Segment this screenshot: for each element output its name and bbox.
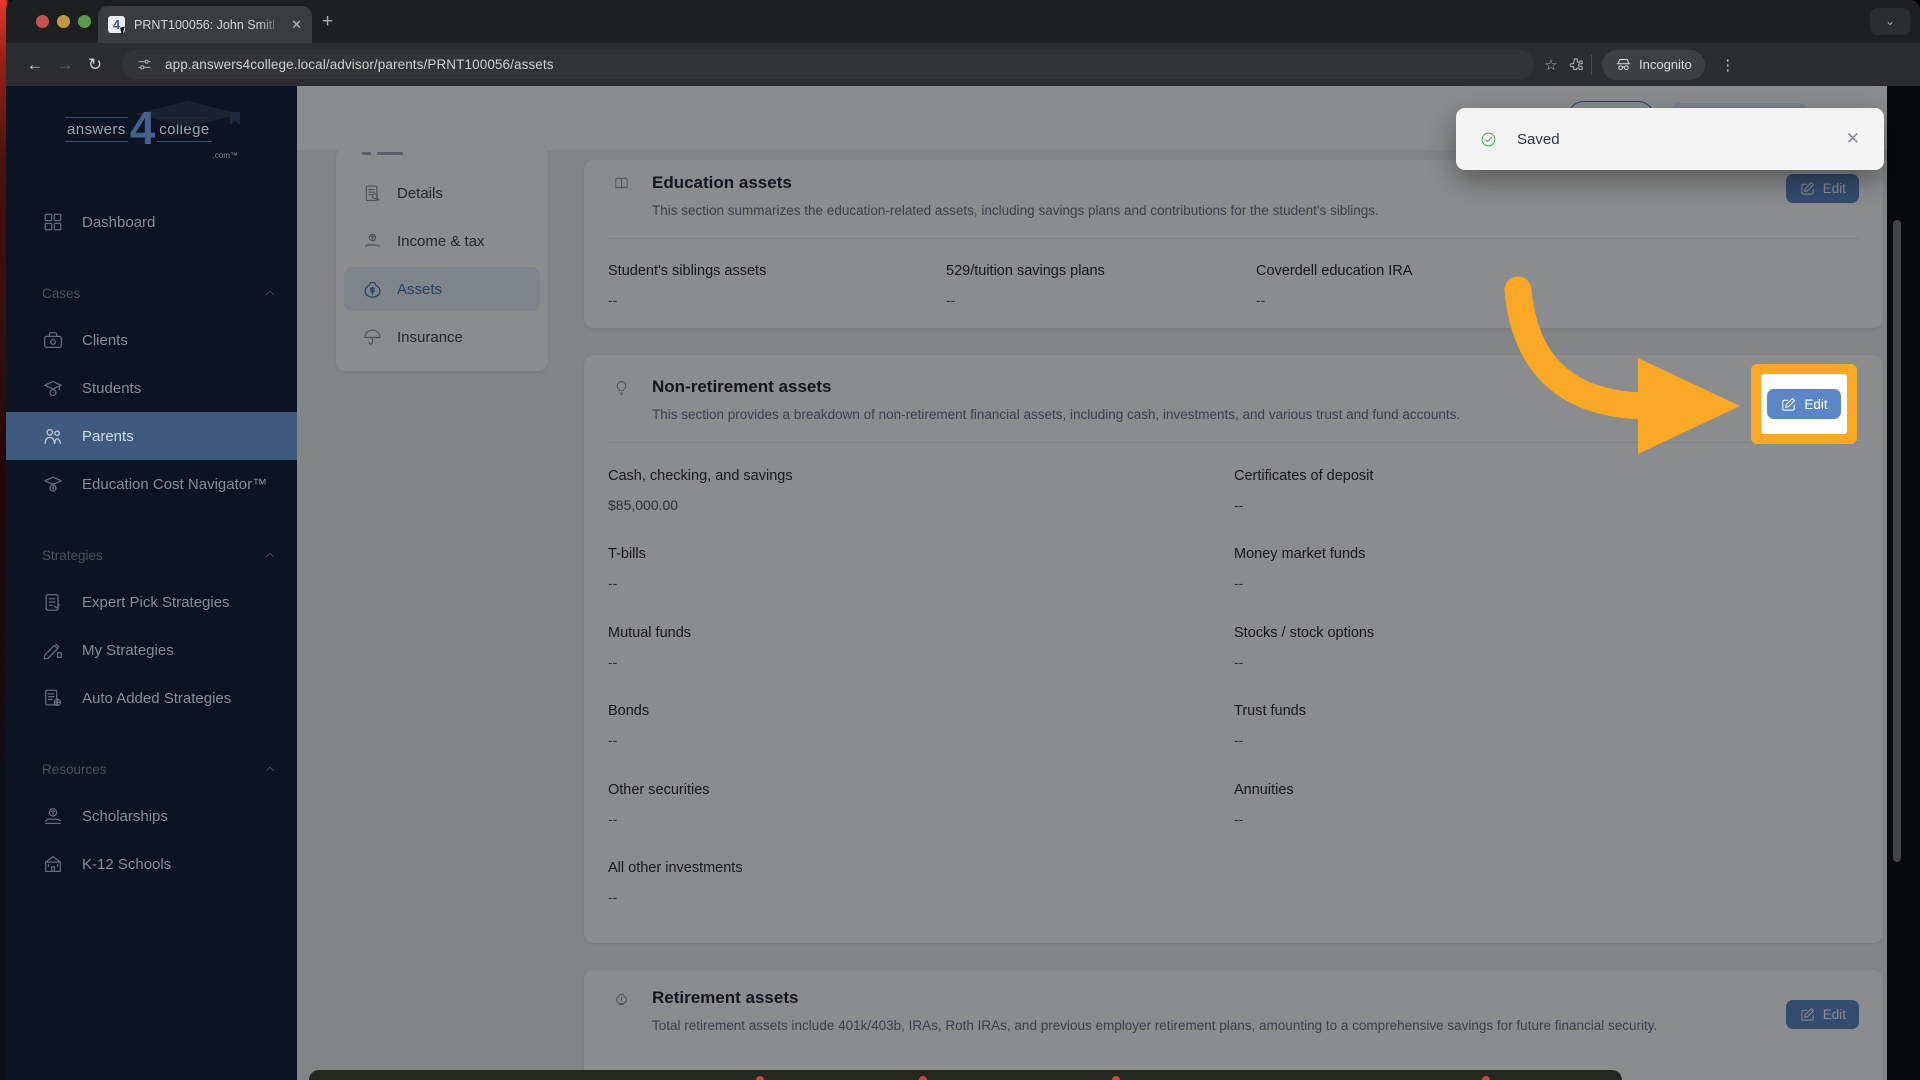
- sidebar-item-label: Expert Pick Strategies: [82, 593, 230, 611]
- toast-message: Saved: [1517, 130, 1560, 148]
- toast-close-icon[interactable]: ✕: [1846, 129, 1860, 149]
- dock-badge: [756, 1076, 764, 1080]
- tab-search-button[interactable]: ⌄: [1870, 8, 1910, 35]
- window-controls: [36, 15, 91, 28]
- browser-toolbar: ← → ↻ app.answers4college.local/advisor/…: [6, 43, 1920, 86]
- dashboard-icon: [42, 211, 64, 233]
- toolbar-divider: [1591, 54, 1592, 75]
- sidebar-item-label: Students: [82, 379, 142, 397]
- forward-button[interactable]: →: [50, 55, 80, 75]
- site-settings-icon[interactable]: [136, 56, 153, 73]
- close-window-button[interactable]: [36, 15, 49, 28]
- sidebar-item-label: Education Cost Navigator™: [82, 475, 268, 493]
- sidebar-item-label: Scholarships: [82, 807, 168, 825]
- sidebar-item[interactable]: Parents: [6, 412, 297, 460]
- dock-badge: [1112, 1076, 1120, 1080]
- tab-strip: 4 PRNT100056: John Smith Cli ✕ + ⌄: [6, 0, 1920, 43]
- saved-toast: Saved ✕: [1456, 108, 1884, 170]
- zoom-window-button[interactable]: [78, 15, 91, 28]
- logo-answers: answers: [65, 116, 128, 142]
- parents-icon: [42, 425, 64, 447]
- sidebar-section-cases[interactable]: Cases: [6, 270, 297, 316]
- sidebar-section-strategies[interactable]: Strategies: [6, 532, 297, 578]
- browser-tab[interactable]: 4 PRNT100056: John Smith Cli ✕: [98, 6, 312, 43]
- sidebar-item[interactable]: Students: [6, 364, 297, 412]
- expert-pick-icon: [42, 591, 64, 613]
- tab-favicon-icon: 4: [108, 16, 127, 36]
- sidebar-item[interactable]: Clients: [6, 316, 297, 364]
- clients-icon: [42, 329, 64, 351]
- sidebar-group: Dashboard: [6, 198, 297, 246]
- tab-title: PRNT100056: John Smith Cli: [134, 17, 274, 32]
- incognito-label: Incognito: [1639, 57, 1692, 72]
- sidebar: answers 4 college .com™ Dashboard Cases …: [6, 86, 297, 1080]
- sidebar-nav: Dashboard Cases Clients Students Parents…: [6, 198, 297, 888]
- logo-com: .com™: [212, 151, 238, 160]
- app-logo[interactable]: answers 4 college .com™: [6, 86, 297, 166]
- tutorial-arrow: [1504, 276, 1740, 454]
- tab-title-fade: [260, 6, 286, 43]
- sidebar-item-label: K-12 Schools: [82, 855, 172, 873]
- tab-close-icon[interactable]: ✕: [291, 18, 302, 31]
- k12-schools-icon: [42, 853, 64, 875]
- incognito-badge: Incognito: [1602, 49, 1705, 80]
- sidebar-item[interactable]: Education Cost Navigator™: [6, 460, 297, 508]
- sidebar-item-label: Dashboard: [82, 213, 156, 231]
- url-text: app.answers4college.local/advisor/parent…: [165, 57, 554, 72]
- extensions-icon[interactable]: [1568, 56, 1585, 73]
- success-check-icon: [1480, 131, 1497, 148]
- new-tab-button[interactable]: +: [322, 11, 333, 33]
- dock-badge: [1482, 1076, 1490, 1080]
- tutorial-highlight-inner: Edit: [1761, 374, 1847, 434]
- chevron-up-icon[interactable]: [263, 762, 277, 776]
- edit-non-retirement-assets-button[interactable]: Edit: [1767, 389, 1841, 419]
- address-bar[interactable]: app.answers4college.local/advisor/parent…: [122, 50, 1534, 79]
- sidebar-item[interactable]: Scholarships: [6, 792, 297, 840]
- sidebar-section-resources[interactable]: Resources: [6, 746, 297, 792]
- sidebar-item-label: Parents: [82, 427, 134, 445]
- sidebar-item-label: Clients: [82, 331, 128, 349]
- sidebar-group: Resources Scholarships K-12 Schools: [6, 746, 297, 888]
- back-button[interactable]: ←: [20, 55, 50, 75]
- browser-menu-icon[interactable]: ⋮: [1713, 56, 1743, 74]
- chevron-up-icon[interactable]: [263, 548, 277, 562]
- incognito-icon: [1615, 56, 1632, 73]
- sidebar-item[interactable]: Auto Added Strategies: [6, 674, 297, 722]
- scholarships-icon: [42, 805, 64, 827]
- sidebar-item[interactable]: Dashboard: [6, 198, 297, 246]
- edit-icon: [1780, 396, 1797, 413]
- dock-badge: [919, 1076, 927, 1080]
- chevron-up-icon[interactable]: [263, 286, 277, 300]
- sidebar-group: Cases Clients Students Parents Education…: [6, 270, 297, 508]
- sidebar-item[interactable]: K-12 Schools: [6, 840, 297, 888]
- sidebar-item-label: My Strategies: [82, 641, 174, 659]
- my-strategies-icon: [42, 639, 64, 661]
- sidebar-item-label: Auto Added Strategies: [82, 689, 232, 707]
- sidebar-item[interactable]: Expert Pick Strategies: [6, 578, 297, 626]
- bookmark-star-icon[interactable]: ☆: [1534, 56, 1568, 74]
- sidebar-item[interactable]: My Strategies: [6, 626, 297, 674]
- students-icon: [42, 377, 64, 399]
- tutorial-highlight-box: Edit: [1751, 364, 1857, 444]
- sidebar-group: Strategies Expert Pick Strategies My Str…: [6, 532, 297, 722]
- reload-button[interactable]: ↻: [80, 55, 110, 75]
- minimize-window-button[interactable]: [57, 15, 70, 28]
- dock-edge: [309, 1070, 1622, 1080]
- ed-cost-navigator-icon: [42, 473, 64, 495]
- logo-4: 4: [129, 102, 156, 155]
- browser-window: 4 PRNT100056: John Smith Cli ✕ + ⌄ ← → ↻…: [6, 0, 1920, 1080]
- screen: 4 PRNT100056: John Smith Cli ✕ + ⌄ ← → ↻…: [0, 0, 1920, 1080]
- auto-added-icon: [42, 687, 64, 709]
